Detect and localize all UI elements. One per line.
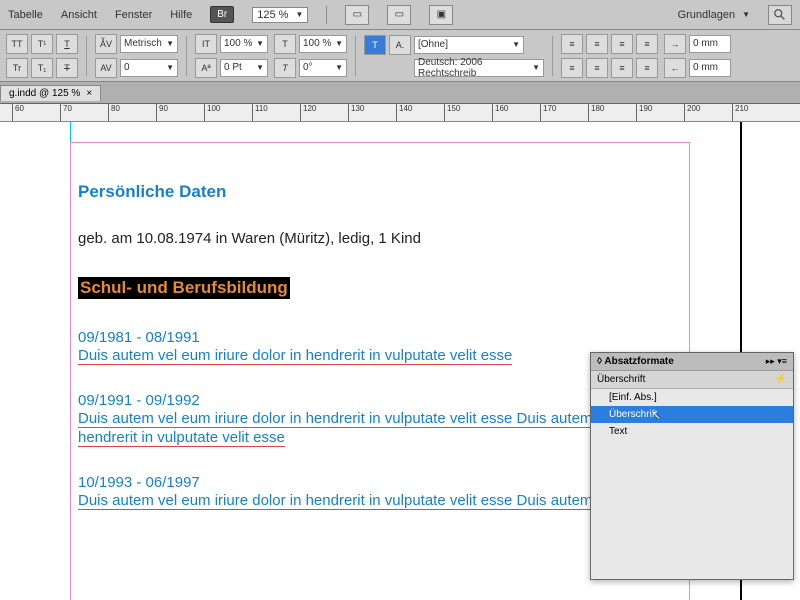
justify-left-button[interactable]: ≡ — [561, 58, 583, 78]
hscale-icon: T — [274, 34, 296, 54]
char-style-icon: A. — [389, 35, 411, 55]
ruler-tick: 80 — [108, 104, 120, 122]
indent-right-value[interactable]: 0 mm — [689, 59, 731, 77]
style-item-selected[interactable]: Überschrift↖ — [591, 406, 793, 423]
cursor-icon: ↖ — [651, 408, 661, 422]
menu-bar: Tabelle Ansicht Fenster Hilfe Br 125 %▼ … — [0, 0, 800, 30]
indent-left-value[interactable]: 0 mm — [689, 35, 731, 53]
ruler-tick: 90 — [156, 104, 168, 122]
ruler-tick: 140 — [396, 104, 412, 122]
align-right-button[interactable]: ≡ — [611, 34, 633, 54]
smallcaps-button[interactable]: T¹ — [31, 34, 53, 54]
align-center-button[interactable]: ≡ — [586, 34, 608, 54]
document-tab-title: g.indd @ 125 % — [9, 88, 80, 99]
superscript-button[interactable]: TT — [6, 34, 28, 54]
hscale-value[interactable]: 100 %▼ — [299, 35, 347, 53]
language-select[interactable]: Deutsch: 2006 Rechtschreib▼ — [414, 59, 544, 77]
fill-text-icon[interactable]: T — [364, 35, 386, 55]
ruler-tick: 190 — [636, 104, 652, 122]
baseline-value[interactable]: 0 Pt▼ — [220, 59, 268, 77]
paragraph-styles-panel[interactable]: ◊ Absatzformate ▸▸ ▾≡ Überschrift ⚡ [Ein… — [590, 352, 794, 580]
horizontal-ruler[interactable]: 60 70 80 90 100 110 120 130 140 150 160 170 180 190 20… — [0, 104, 800, 122]
baseline-icon: Aª — [195, 58, 217, 78]
document-tab[interactable]: g.indd @ 125 % × — [0, 85, 101, 101]
skew-icon: T — [274, 58, 296, 78]
bridge-button[interactable]: Br — [210, 6, 234, 23]
ruler-tick: 150 — [444, 104, 460, 122]
personal-info: geb. am 10.08.1974 in Waren (Müritz), le… — [78, 230, 718, 247]
justify-button[interactable]: ≡ — [636, 34, 658, 54]
style-item[interactable]: Text — [591, 423, 793, 440]
view-mode-icon-1[interactable]: ▭ — [345, 5, 369, 25]
menu-ansicht[interactable]: Ansicht — [61, 9, 97, 21]
ruler-tick: 100 — [204, 104, 220, 122]
ruler-tick: 200 — [684, 104, 700, 122]
justify-center-button[interactable]: ≡ — [586, 58, 608, 78]
ruler-tick: 160 — [492, 104, 508, 122]
style-item[interactable]: [Einf. Abs.] — [591, 389, 793, 406]
ruler-tick: 110 — [252, 104, 268, 122]
justify-right-button[interactable]: ≡ — [611, 58, 633, 78]
menu-hilfe[interactable]: Hilfe — [170, 9, 192, 21]
zoom-level[interactable]: 125 %▼ — [252, 7, 308, 23]
heading-education-selected: Schul- und Berufsbildung — [78, 277, 290, 299]
indent-right-icon: ← — [664, 58, 686, 78]
kerning-icon: AͮV — [95, 34, 117, 54]
justify-all-button[interactable]: ≡ — [636, 58, 658, 78]
panel-current-style: Überschrift ⚡ — [591, 371, 793, 389]
allcaps-button[interactable]: T₁ — [31, 58, 53, 78]
ruler-tick: 210 — [732, 104, 748, 122]
ruler-tick: 70 — [60, 104, 72, 122]
style-list[interactable]: [Einf. Abs.]Überschrift↖Text — [591, 389, 793, 579]
search-icon — [773, 8, 787, 22]
skew-value[interactable]: 0°▼ — [299, 59, 347, 77]
panel-title: ◊ Absatzformate — [597, 356, 674, 367]
subscript-button[interactable]: Tr — [6, 58, 28, 78]
document-tab-bar: g.indd @ 125 % × — [0, 82, 800, 104]
date-range-1: 09/1981 - 08/1991 — [78, 329, 718, 346]
kerning-value[interactable]: Metrisch▼ — [120, 35, 178, 53]
vscale-value[interactable]: 100 %▼ — [220, 35, 268, 53]
menu-fenster[interactable]: Fenster — [115, 9, 152, 21]
underline-button[interactable]: T — [56, 34, 78, 54]
strikethrough-button[interactable]: T — [56, 58, 78, 78]
menu-tabelle[interactable]: Tabelle — [8, 9, 43, 21]
search-button[interactable] — [768, 5, 792, 25]
panel-controls[interactable]: ▸▸ ▾≡ — [766, 356, 787, 367]
clear-override-icon[interactable]: ⚡ — [775, 374, 787, 385]
ruler-tick: 60 — [12, 104, 24, 122]
column-guide — [70, 122, 71, 600]
view-mode-icon-3[interactable]: ▣ — [429, 5, 453, 25]
control-panel: TT T¹ T Tr T₁ T AͮV Metrisch▼ AV 0▼ IT 1… — [0, 30, 800, 82]
vscale-icon: IT — [195, 34, 217, 54]
indent-left-icon: → — [664, 34, 686, 54]
close-icon[interactable]: × — [86, 88, 92, 99]
ruler-tick: 130 — [348, 104, 364, 122]
ruler-tick: 170 — [540, 104, 556, 122]
char-style-select[interactable]: [Ohne]▼ — [414, 36, 524, 54]
ruler-tick: 120 — [300, 104, 316, 122]
tracking-value[interactable]: 0▼ — [120, 59, 178, 77]
view-mode-icon-2[interactable]: ▭ — [387, 5, 411, 25]
panel-tab-bar: ◊ Absatzformate ▸▸ ▾≡ — [591, 353, 793, 371]
tracking-icon: AV — [95, 58, 117, 78]
heading-personal: Persönliche Daten — [78, 182, 718, 202]
workspace-selector[interactable]: Grundlagen▼ — [678, 9, 750, 21]
ruler-tick: 180 — [588, 104, 604, 122]
align-left-button[interactable]: ≡ — [561, 34, 583, 54]
